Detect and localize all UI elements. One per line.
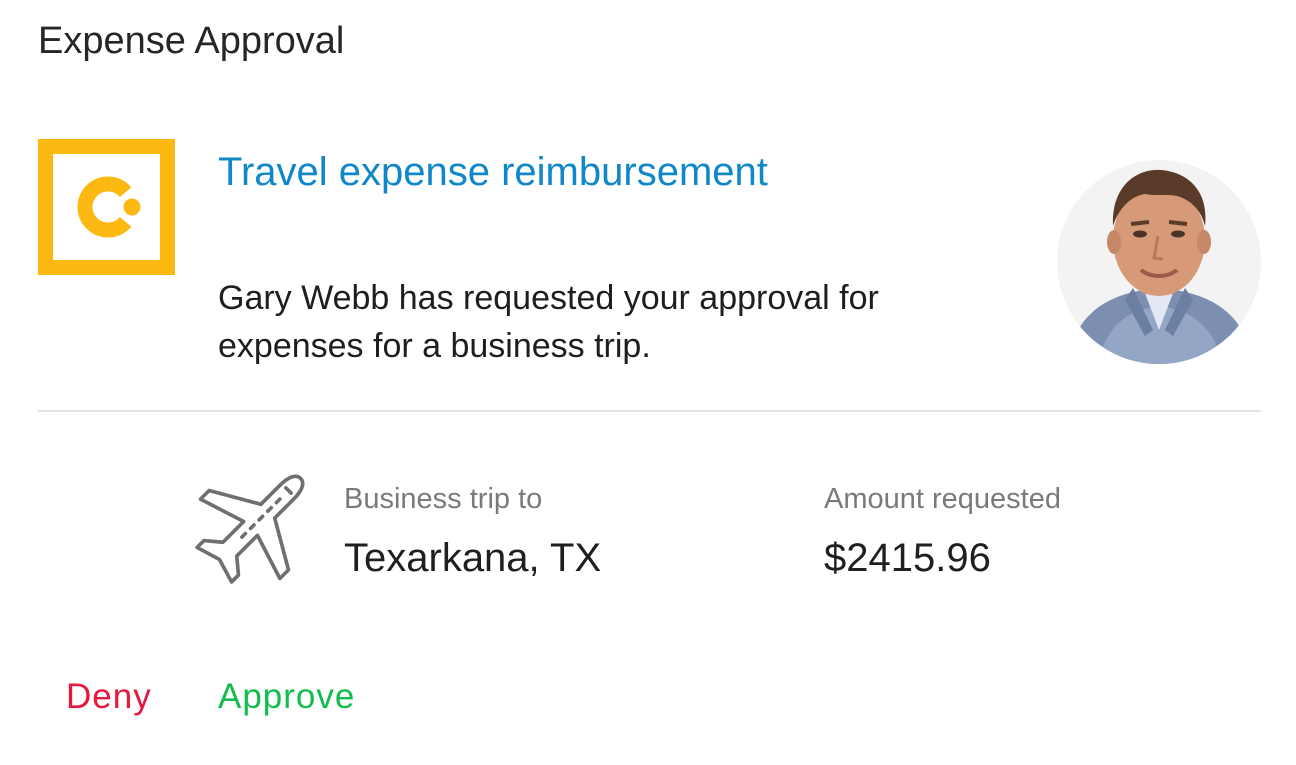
- person-photo-avatar: [1057, 160, 1261, 364]
- amount-value: $2415.96: [824, 536, 991, 580]
- request-description: Gary Webb has requested your approval fo…: [218, 279, 879, 365]
- brand-c-logo-icon: [38, 139, 175, 275]
- airplane-icon: [186, 458, 322, 592]
- deny-button[interactable]: Deny: [66, 677, 152, 717]
- request-title[interactable]: Travel expense reimbursement: [218, 150, 768, 195]
- approve-button[interactable]: Approve: [218, 677, 355, 717]
- page-title: Expense Approval: [38, 20, 345, 62]
- trip-label: Business trip to: [344, 483, 543, 515]
- section-divider: [38, 410, 1261, 412]
- amount-label: Amount requested: [824, 483, 1061, 515]
- trip-destination: Texarkana, TX: [344, 536, 602, 580]
- expense-approval-card: Expense Approval Travel expense reimburs…: [0, 0, 1296, 765]
